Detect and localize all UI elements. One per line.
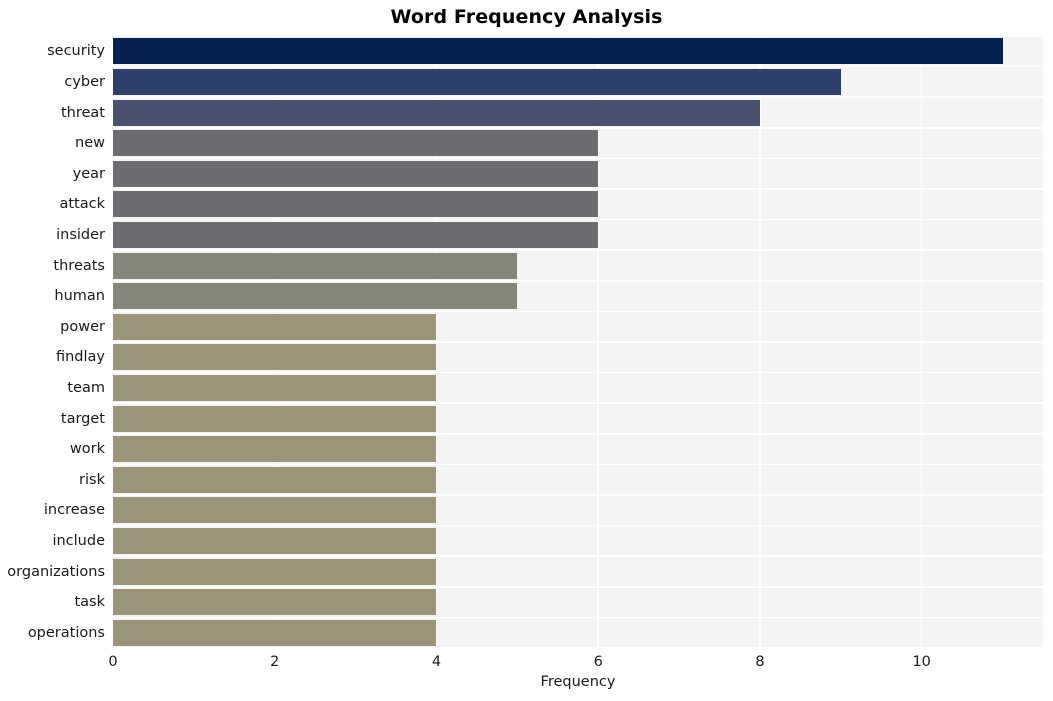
bar-operations[interactable] [113,619,437,646]
gridline-vertical [759,36,761,648]
gridline-vertical [273,36,276,648]
y-tick-label-threats: threats [53,257,105,274]
x-tick-label-4: 4 [431,654,442,670]
bar-increase[interactable] [113,497,437,524]
gridline-horizontal [113,616,1043,619]
y-tick-label-target: target [60,410,105,427]
bar-threat[interactable] [113,99,760,126]
bar-work[interactable] [113,436,437,463]
gridline-horizontal [113,555,1043,557]
bar-cyber[interactable] [113,68,841,95]
bar-team[interactable] [113,374,437,401]
y-tick-label-task: task [74,594,105,611]
gridline-vertical [113,36,114,648]
x-axis-tick-labels: 0 2 4 6 8 10 [108,648,1043,674]
gridline-horizontal [113,127,1043,129]
bar-attack[interactable] [113,191,599,218]
y-tick-label-findlay: findlay [55,349,105,366]
x-axis-label: Frequency [540,674,616,690]
y-tick-label-cyber: cyber [64,73,105,90]
x-tick-label-0: 0 [108,654,118,670]
y-tick-label-new: new [75,135,105,152]
y-axis-tick-labels: security cyber threat new year attack insider t… [0,36,105,648]
bar-security[interactable] [113,38,1003,65]
bar-power[interactable] [113,313,437,340]
bar-risk[interactable] [113,466,437,493]
y-tick-label-operations: operations [27,624,105,641]
gridline-horizontal [113,402,1043,404]
bar-human[interactable] [113,283,518,310]
y-tick-label-work: work [69,441,105,458]
gridline-horizontal [113,524,1043,527]
bar-insider[interactable] [113,221,599,248]
y-tick-label-year: year [72,165,105,182]
bar-findlay[interactable] [113,344,437,371]
bar-organizations[interactable] [113,558,437,585]
y-tick-label-insider: insider [56,226,105,243]
y-tick-label-team: team [67,379,105,396]
bar-new[interactable] [113,130,599,157]
y-tick-label-include: include [52,532,105,549]
gridline-horizontal [113,157,1043,160]
gridline-horizontal [113,341,1043,343]
y-tick-label-organizations: organizations [7,563,105,580]
gridline-horizontal [113,249,1043,251]
gridline-vertical [435,36,438,648]
gridline-horizontal [113,218,1043,221]
gridline-vertical [597,36,599,648]
x-tick-label-6: 6 [593,654,603,670]
gridline-horizontal [113,371,1043,374]
word-frequency-chart: Word Frequency Analysis security cyber thr… [0,0,1053,701]
gridline-horizontal [113,463,1043,466]
x-tick-label-8: 8 [755,654,765,670]
bar-include[interactable] [113,527,437,554]
y-tick-label-human: human [54,288,105,305]
y-tick-label-threat: threat [60,104,105,121]
bar-task[interactable] [113,589,437,616]
x-tick-label-10: 10 [912,654,931,670]
y-tick-label-attack: attack [59,196,105,213]
y-tick-label-power: power [60,318,105,335]
gridline-vertical [920,36,923,648]
gridline-horizontal [113,433,1043,435]
y-tick-label-increase: increase [43,502,105,519]
gridline-horizontal [113,494,1043,496]
gridline-horizontal [113,280,1043,282]
gridline-horizontal [113,36,1043,37]
gridline-horizontal [113,65,1043,68]
y-tick-label-security: security [47,43,105,60]
gridline-horizontal [113,96,1043,98]
gridline-horizontal [113,586,1043,588]
bar-target[interactable] [113,405,437,432]
x-tick-label-2: 2 [270,654,280,670]
bar-year[interactable] [113,160,599,187]
bar-threats[interactable] [113,252,518,279]
plot-area [113,36,1043,648]
gridline-horizontal [113,310,1043,313]
y-tick-label-risk: risk [79,471,105,488]
gridline-horizontal [113,188,1043,190]
chart-title: Word Frequency Analysis [390,6,663,28]
